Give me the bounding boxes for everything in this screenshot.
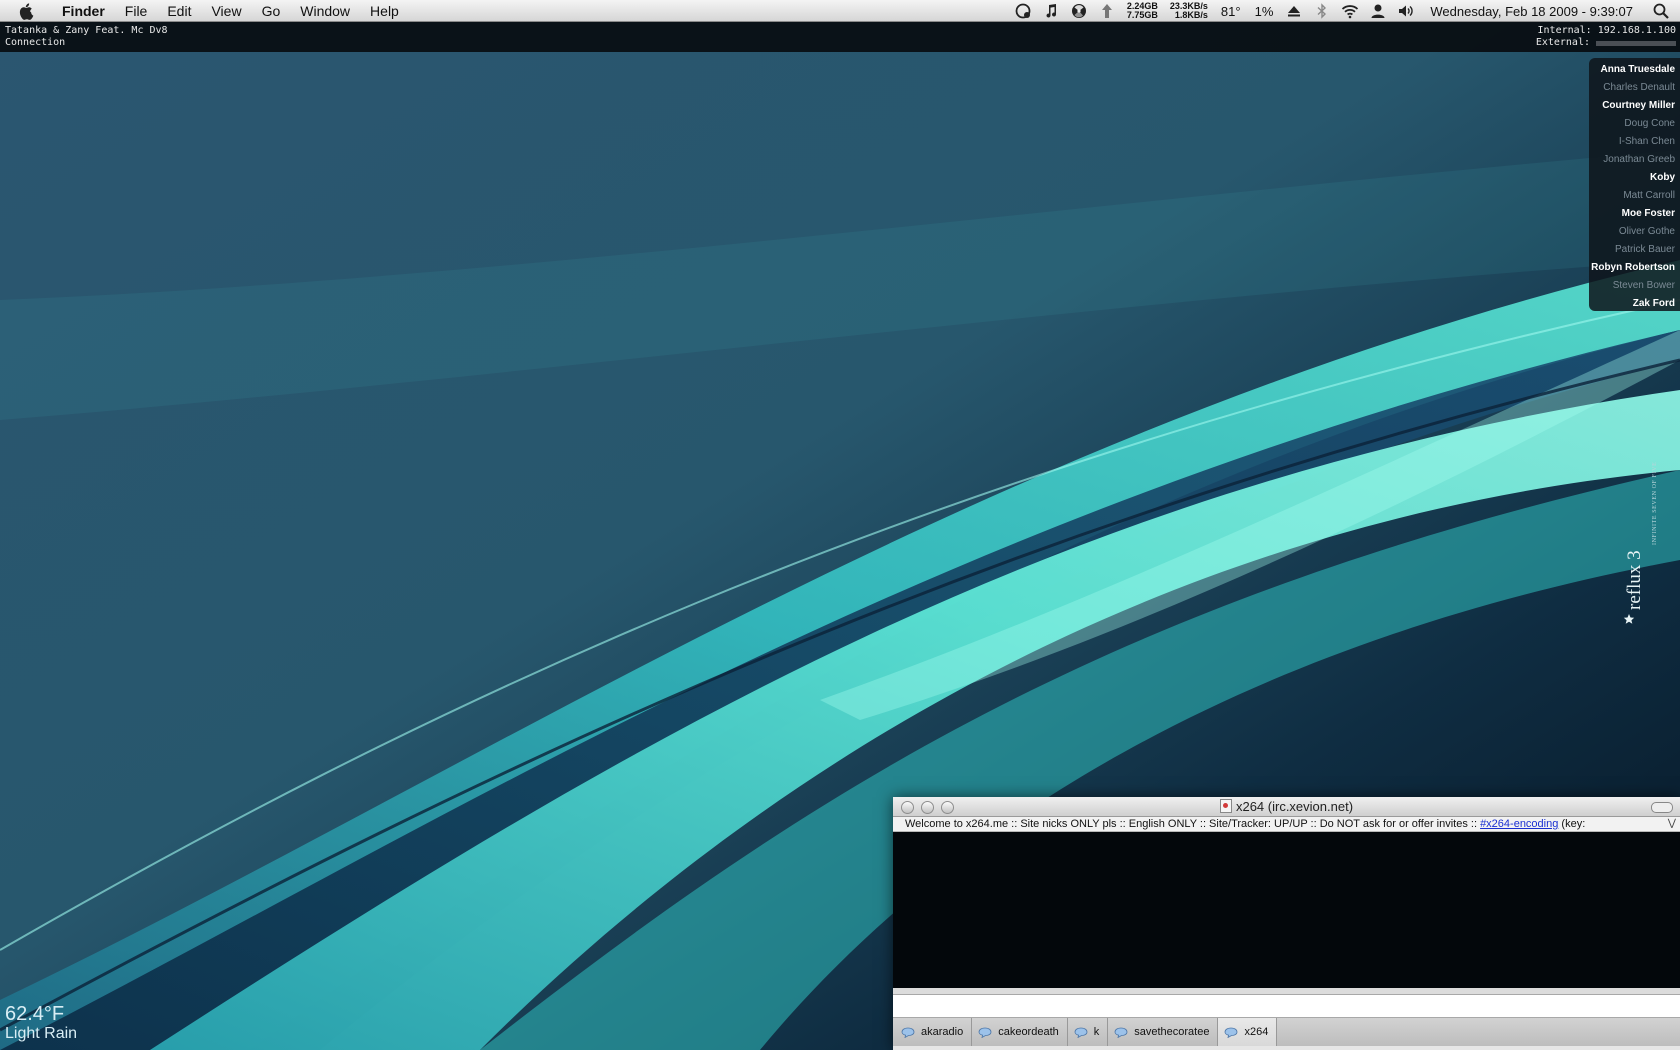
- buddy-list-item[interactable]: Doug Cone: [1589, 115, 1675, 133]
- ip-address-block: Internal: 192.168.1.100 External:: [1536, 25, 1676, 49]
- channel-tab[interactable]: k: [1068, 1018, 1109, 1046]
- weather-temperature: 62.4°F: [5, 1003, 65, 1025]
- menu-bar: Finder File Edit View Go Window Help 2.2…: [0, 0, 1680, 22]
- channel-tab-label: savethecoratee: [1134, 1026, 1210, 1038]
- channel-tab-label: k: [1093, 1026, 1100, 1038]
- channel-tab-label: akaradio: [921, 1026, 964, 1038]
- temperature-readout[interactable]: 81°: [1221, 4, 1241, 19]
- irc-titlebar[interactable]: x264 (irc.xevion.net): [893, 797, 1680, 817]
- channel-tab-label: cakeordeath: [998, 1026, 1059, 1038]
- message-input-container: [893, 994, 1680, 1018]
- weather-widget: 62.4°F Light Rain: [5, 1003, 77, 1043]
- chat-bubble-icon: [1074, 1027, 1088, 1038]
- volume-icon[interactable]: [1397, 2, 1415, 20]
- apple-menu-icon[interactable]: [18, 2, 36, 20]
- channel-topic-text: Welcome to x264.me :: Site nicks ONLY pl…: [905, 818, 1481, 830]
- channel-tab[interactable]: savethecoratee: [1108, 1018, 1219, 1046]
- time-machine-icon[interactable]: [1014, 2, 1032, 20]
- chat-log[interactable]: [893, 832, 1680, 988]
- toolbar-toggle-button[interactable]: [1651, 802, 1673, 813]
- chat-bubble-icon: [978, 1027, 992, 1038]
- buddy-list-item[interactable]: I-Shan Chen: [1589, 133, 1675, 151]
- user-icon[interactable]: [1369, 2, 1387, 20]
- radiation-icon[interactable]: [1070, 2, 1088, 20]
- eject-icon[interactable]: [1285, 2, 1303, 20]
- menu-view[interactable]: View: [201, 0, 251, 22]
- buddy-list: Anna Truesdale Charles Denault Courtney Mi…: [1589, 58, 1680, 311]
- menu-window[interactable]: Window: [290, 0, 360, 22]
- upload-arrow-icon[interactable]: [1098, 2, 1116, 20]
- buddy-list-item[interactable]: Charles Denault: [1589, 79, 1675, 97]
- buddy-list-item[interactable]: Koby: [1589, 169, 1675, 187]
- buddy-list-item[interactable]: Steven Bower: [1589, 277, 1675, 295]
- irc-window-title: x264 (irc.xevion.net): [893, 797, 1680, 817]
- memory-meter[interactable]: 2.24GB 7.75GB: [1127, 2, 1158, 20]
- geektool-status-bar: Tatanka & Zany Feat. Mc Dv8 Connection I…: [0, 22, 1680, 52]
- buddy-list-item[interactable]: Patrick Bauer: [1589, 241, 1675, 259]
- wifi-icon[interactable]: [1341, 2, 1359, 20]
- channel-tab[interactable]: cakeordeath: [972, 1018, 1068, 1046]
- menu-edit[interactable]: Edit: [157, 0, 201, 22]
- bluetooth-icon[interactable]: [1313, 2, 1331, 20]
- wallpaper-brand-name: reflux 3: [1624, 550, 1645, 610]
- channel-tab[interactable]: akaradio: [895, 1018, 973, 1046]
- channel-tab[interactable]: x264: [1218, 1018, 1278, 1046]
- memory-total: 7.75GB: [1126, 10, 1158, 20]
- network-up: 1.8KB/s: [1174, 10, 1208, 20]
- channel-tab-bar: akaradio cakeordeath k savethecoratee x264: [893, 1018, 1680, 1046]
- channel-tab-label: x264: [1244, 1026, 1269, 1038]
- internal-ip: Internal: 192.168.1.100: [1537, 25, 1676, 36]
- menu-help[interactable]: Help: [360, 0, 409, 22]
- chat-bubble-icon: [1114, 1027, 1128, 1038]
- now-playing-track: Tatanka & Zany Feat. Mc Dv8: [5, 25, 168, 36]
- external-ip-redacted: [1596, 40, 1676, 46]
- irc-window-title-text: x264 (irc.xevion.net): [1235, 799, 1354, 814]
- wallpaper-brand-star-icon: [1623, 614, 1635, 624]
- buddy-list-item[interactable]: Anna Truesdale: [1589, 61, 1675, 79]
- buddy-list-item[interactable]: Moe Foster: [1589, 205, 1675, 223]
- buddy-list-item[interactable]: Oliver Gothe: [1589, 223, 1675, 241]
- spotlight-search-icon[interactable]: [1652, 2, 1670, 20]
- channel-topic-tail: (key:: [1558, 818, 1586, 830]
- menu-extras: 2.24GB 7.75GB 23.3KB/s 1.8KB/s 81° 1% We…: [1009, 0, 1680, 22]
- network-meter[interactable]: 23.3KB/s 1.8KB/s: [1170, 2, 1208, 20]
- external-ip-label: External:: [1535, 37, 1590, 48]
- buddy-list-item[interactable]: Robyn Robertson: [1589, 259, 1675, 277]
- buddy-list-item[interactable]: Zak Ford: [1589, 295, 1675, 313]
- chat-bubble-icon: [1225, 1027, 1238, 1038]
- chat-bubble-icon: [901, 1027, 915, 1038]
- now-playing-block: Tatanka & Zany Feat. Mc Dv8 Connection: [5, 25, 168, 49]
- document-proxy-icon[interactable]: [1219, 799, 1232, 813]
- wallpaper-brand: reflux 3 INFINITE SEVEN OF FIVE: [1623, 462, 1658, 624]
- menu-app-name[interactable]: Finder: [52, 0, 115, 22]
- itunes-note-icon[interactable]: [1042, 2, 1060, 20]
- irc-window: x264 (irc.xevion.net) Welcome to x264.me…: [893, 797, 1680, 1050]
- message-input[interactable]: [893, 995, 1680, 1017]
- buddy-list-item[interactable]: Jonathan Greeb: [1589, 151, 1675, 169]
- buddy-list-item[interactable]: Matt Carroll: [1589, 187, 1675, 205]
- topic-expand-icon[interactable]: ⋁: [1663, 817, 1676, 831]
- weather-condition: Light Rain: [5, 1025, 78, 1042]
- external-ip-row: External:: [1536, 37, 1676, 49]
- menu-file[interactable]: File: [115, 0, 158, 22]
- channel-topic-link[interactable]: #x264-encoding: [1480, 818, 1558, 830]
- wallpaper-brand-tagline: INFINITE SEVEN OF FIVE: [1652, 462, 1658, 545]
- menubar-clock[interactable]: Wednesday, Feb 18 2009 - 9:39:07: [1430, 4, 1633, 19]
- connection-label: Connection: [5, 37, 66, 48]
- cpu-readout[interactable]: 1%: [1255, 4, 1274, 19]
- buddy-list-item[interactable]: Courtney Miller: [1589, 97, 1675, 115]
- channel-topic[interactable]: Welcome to x264.me :: Site nicks ONLY pl…: [893, 817, 1680, 832]
- menu-go[interactable]: Go: [252, 0, 291, 22]
